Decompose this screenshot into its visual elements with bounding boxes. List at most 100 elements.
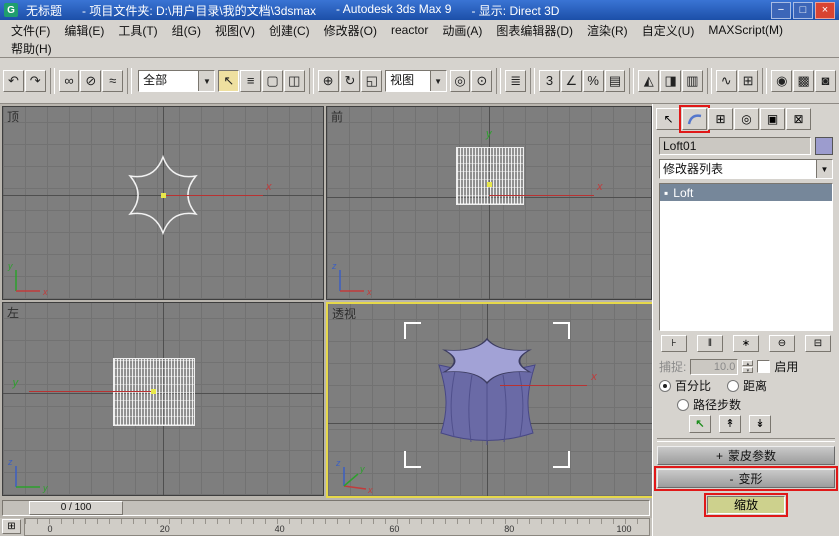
x-axis-line	[163, 195, 263, 197]
menu-item-edit[interactable]: 编辑(E)	[57, 22, 111, 39]
frame-tick-label: 20	[159, 524, 170, 534]
time-slider-track[interactable]: 0 / 100	[2, 500, 650, 516]
show-end-result-button[interactable]: ‖	[697, 335, 723, 352]
reference-coordinate-system-dropdown[interactable]: 视图 ▼	[385, 70, 447, 92]
snap-enable-checkbox[interactable]	[757, 360, 771, 373]
menu-item-group[interactable]: 组(G)	[165, 22, 208, 39]
tab-motion[interactable]: ◎	[734, 108, 759, 130]
select-and-rotate-button[interactable]: ↻	[339, 70, 361, 92]
menu-item-customize[interactable]: 自定义(U)	[635, 22, 702, 39]
modifier-list-dropdown[interactable]: 修改器列表 ▼	[659, 159, 833, 179]
schematic-view-button[interactable]: ⊞	[737, 70, 759, 92]
object-name-field[interactable]: Loft01	[659, 137, 811, 155]
unlink-selection-button[interactable]: ⊘	[80, 70, 102, 92]
keyboard-shortcut-override-button[interactable]: ≣	[505, 70, 527, 92]
track-bar-ruler[interactable]: 0 20 40 60 80 100	[24, 518, 650, 536]
menu-item-views[interactable]: 视图(V)	[208, 22, 262, 39]
modifier-list-label: 修改器列表	[663, 162, 724, 176]
tab-hierarchy[interactable]: ⊞	[708, 108, 733, 130]
align-button[interactable]: ◨	[660, 70, 681, 92]
angle-snap-button[interactable]: ∠	[560, 70, 582, 92]
tab-modify[interactable]	[679, 105, 710, 133]
pick-shape-button[interactable]: ↖	[689, 414, 711, 433]
render-setup-button[interactable]: ▩	[793, 70, 815, 92]
chevron-down-icon[interactable]: ▼	[198, 71, 215, 91]
modifier-stack-item-loft[interactable]: ▪ Loft	[660, 184, 832, 201]
select-and-move-button[interactable]: ⊕	[317, 70, 339, 92]
menu-item-modifiers[interactable]: 修改器(O)	[317, 22, 384, 39]
curve-editor-button[interactable]: ∿	[715, 70, 737, 92]
menu-item-reactor[interactable]: reactor	[384, 23, 435, 37]
select-object-button[interactable]: ↖	[218, 70, 240, 92]
title-document-name: 无标题	[26, 3, 63, 18]
loft-wireframe-object[interactable]	[456, 147, 524, 206]
quick-render-button[interactable]: ◙	[815, 70, 836, 92]
select-and-manipulate-button[interactable]: ⊙	[471, 70, 493, 92]
configure-modifier-sets-button[interactable]: ⊟	[805, 335, 831, 352]
frame-tick-label: 80	[504, 524, 515, 534]
select-and-scale-button[interactable]: ◱	[361, 70, 383, 92]
snap-value-field[interactable]: 10.0	[690, 358, 739, 375]
tab-utilities[interactable]: ⊠	[786, 108, 811, 130]
chevron-down-icon[interactable]: ▼	[429, 71, 446, 91]
track-bar[interactable]: ⊞ 0 20 40 60 80 100	[0, 518, 652, 536]
selection-filter-dropdown[interactable]: 全部 ▼	[138, 70, 216, 92]
minimize-button[interactable]: −	[771, 1, 791, 19]
object-color-swatch[interactable]	[815, 137, 833, 155]
distance-radio[interactable]	[727, 379, 740, 392]
viewport-left[interactable]: y z y 左	[2, 302, 324, 496]
spinner-up-icon[interactable]: ▴	[742, 360, 754, 367]
scale-deformation-button[interactable]: 缩放	[704, 493, 788, 517]
mirror-button[interactable]: ◭	[638, 70, 660, 92]
mini-curve-editor-button[interactable]: ⊞	[2, 519, 21, 534]
viewport-front[interactable]: x y z x 前	[326, 106, 652, 300]
path-steps-radio[interactable]	[677, 398, 689, 411]
menu-item-file[interactable]: 文件(F)	[4, 22, 57, 39]
viewport-perspective-active[interactable]: x z x y 透视	[326, 302, 654, 498]
bind-to-space-warp-button[interactable]: ≈	[102, 70, 124, 92]
snap-toggle-3d-button[interactable]: 3	[539, 70, 560, 92]
modify-curve-icon	[687, 114, 701, 125]
snap-spinner[interactable]: ▴ ▾	[742, 360, 754, 374]
next-shape-button[interactable]: ↡	[749, 414, 771, 433]
material-editor-button[interactable]: ◉	[771, 70, 793, 92]
remove-modifier-button[interactable]: ⊖	[769, 335, 795, 352]
menu-item-rendering[interactable]: 渲染(R)	[580, 22, 635, 39]
rollout-skin-parameters[interactable]: + 蒙皮参数	[657, 446, 835, 465]
rollout-deformations[interactable]: - 变形	[654, 466, 838, 491]
menu-item-maxscript[interactable]: MAXScript(M)	[701, 23, 790, 37]
pivot-marker	[487, 181, 492, 187]
select-by-name-button[interactable]: ≡	[240, 70, 262, 92]
menu-item-help[interactable]: 帮助(H)	[4, 40, 59, 57]
rectangular-selection-region-button[interactable]: ▢	[262, 70, 283, 92]
rollout-collapse-sign: -	[729, 471, 734, 486]
percent-radio[interactable]	[659, 379, 671, 392]
menu-item-create[interactable]: 创建(C)	[262, 22, 317, 39]
layer-manager-button[interactable]: ▥	[682, 70, 703, 92]
tab-create[interactable]: ↖	[656, 108, 681, 130]
redo-button[interactable]: ↷	[24, 70, 46, 92]
modifier-stack[interactable]: ▪ Loft	[659, 183, 833, 331]
window-crossing-toggle-button[interactable]: ◫	[283, 70, 305, 92]
chevron-down-icon[interactable]: ▼	[816, 160, 832, 178]
pin-stack-button[interactable]: ⊦	[661, 335, 687, 352]
use-pivot-center-button[interactable]: ◎	[449, 70, 471, 92]
object-name-row: Loft01	[659, 137, 833, 155]
spinner-down-icon[interactable]: ▾	[742, 367, 754, 374]
percent-snap-button[interactable]: %	[582, 70, 604, 92]
close-button[interactable]: ×	[815, 1, 835, 19]
previous-shape-button[interactable]: ↟	[719, 414, 741, 433]
tab-display[interactable]: ▣	[760, 108, 785, 130]
undo-button[interactable]: ↶	[3, 70, 24, 92]
make-unique-button[interactable]: ∗	[733, 335, 759, 352]
menu-item-tools[interactable]: 工具(T)	[111, 22, 164, 39]
select-and-link-button[interactable]: ∞	[58, 70, 80, 92]
loft-3d-object[interactable]	[377, 315, 597, 485]
named-selection-sets-button[interactable]: ▤	[604, 70, 626, 92]
menu-item-animation[interactable]: 动画(A)	[435, 22, 489, 39]
command-panel-tabs: ↖ ⊞ ◎ ▣ ⊠	[653, 105, 839, 133]
maximize-button[interactable]: □	[793, 1, 813, 19]
menu-item-graph-editors[interactable]: 图表编辑器(D)	[489, 22, 580, 39]
time-slider-thumb[interactable]: 0 / 100	[29, 501, 123, 515]
viewport-top[interactable]: x y x 顶	[2, 106, 324, 300]
